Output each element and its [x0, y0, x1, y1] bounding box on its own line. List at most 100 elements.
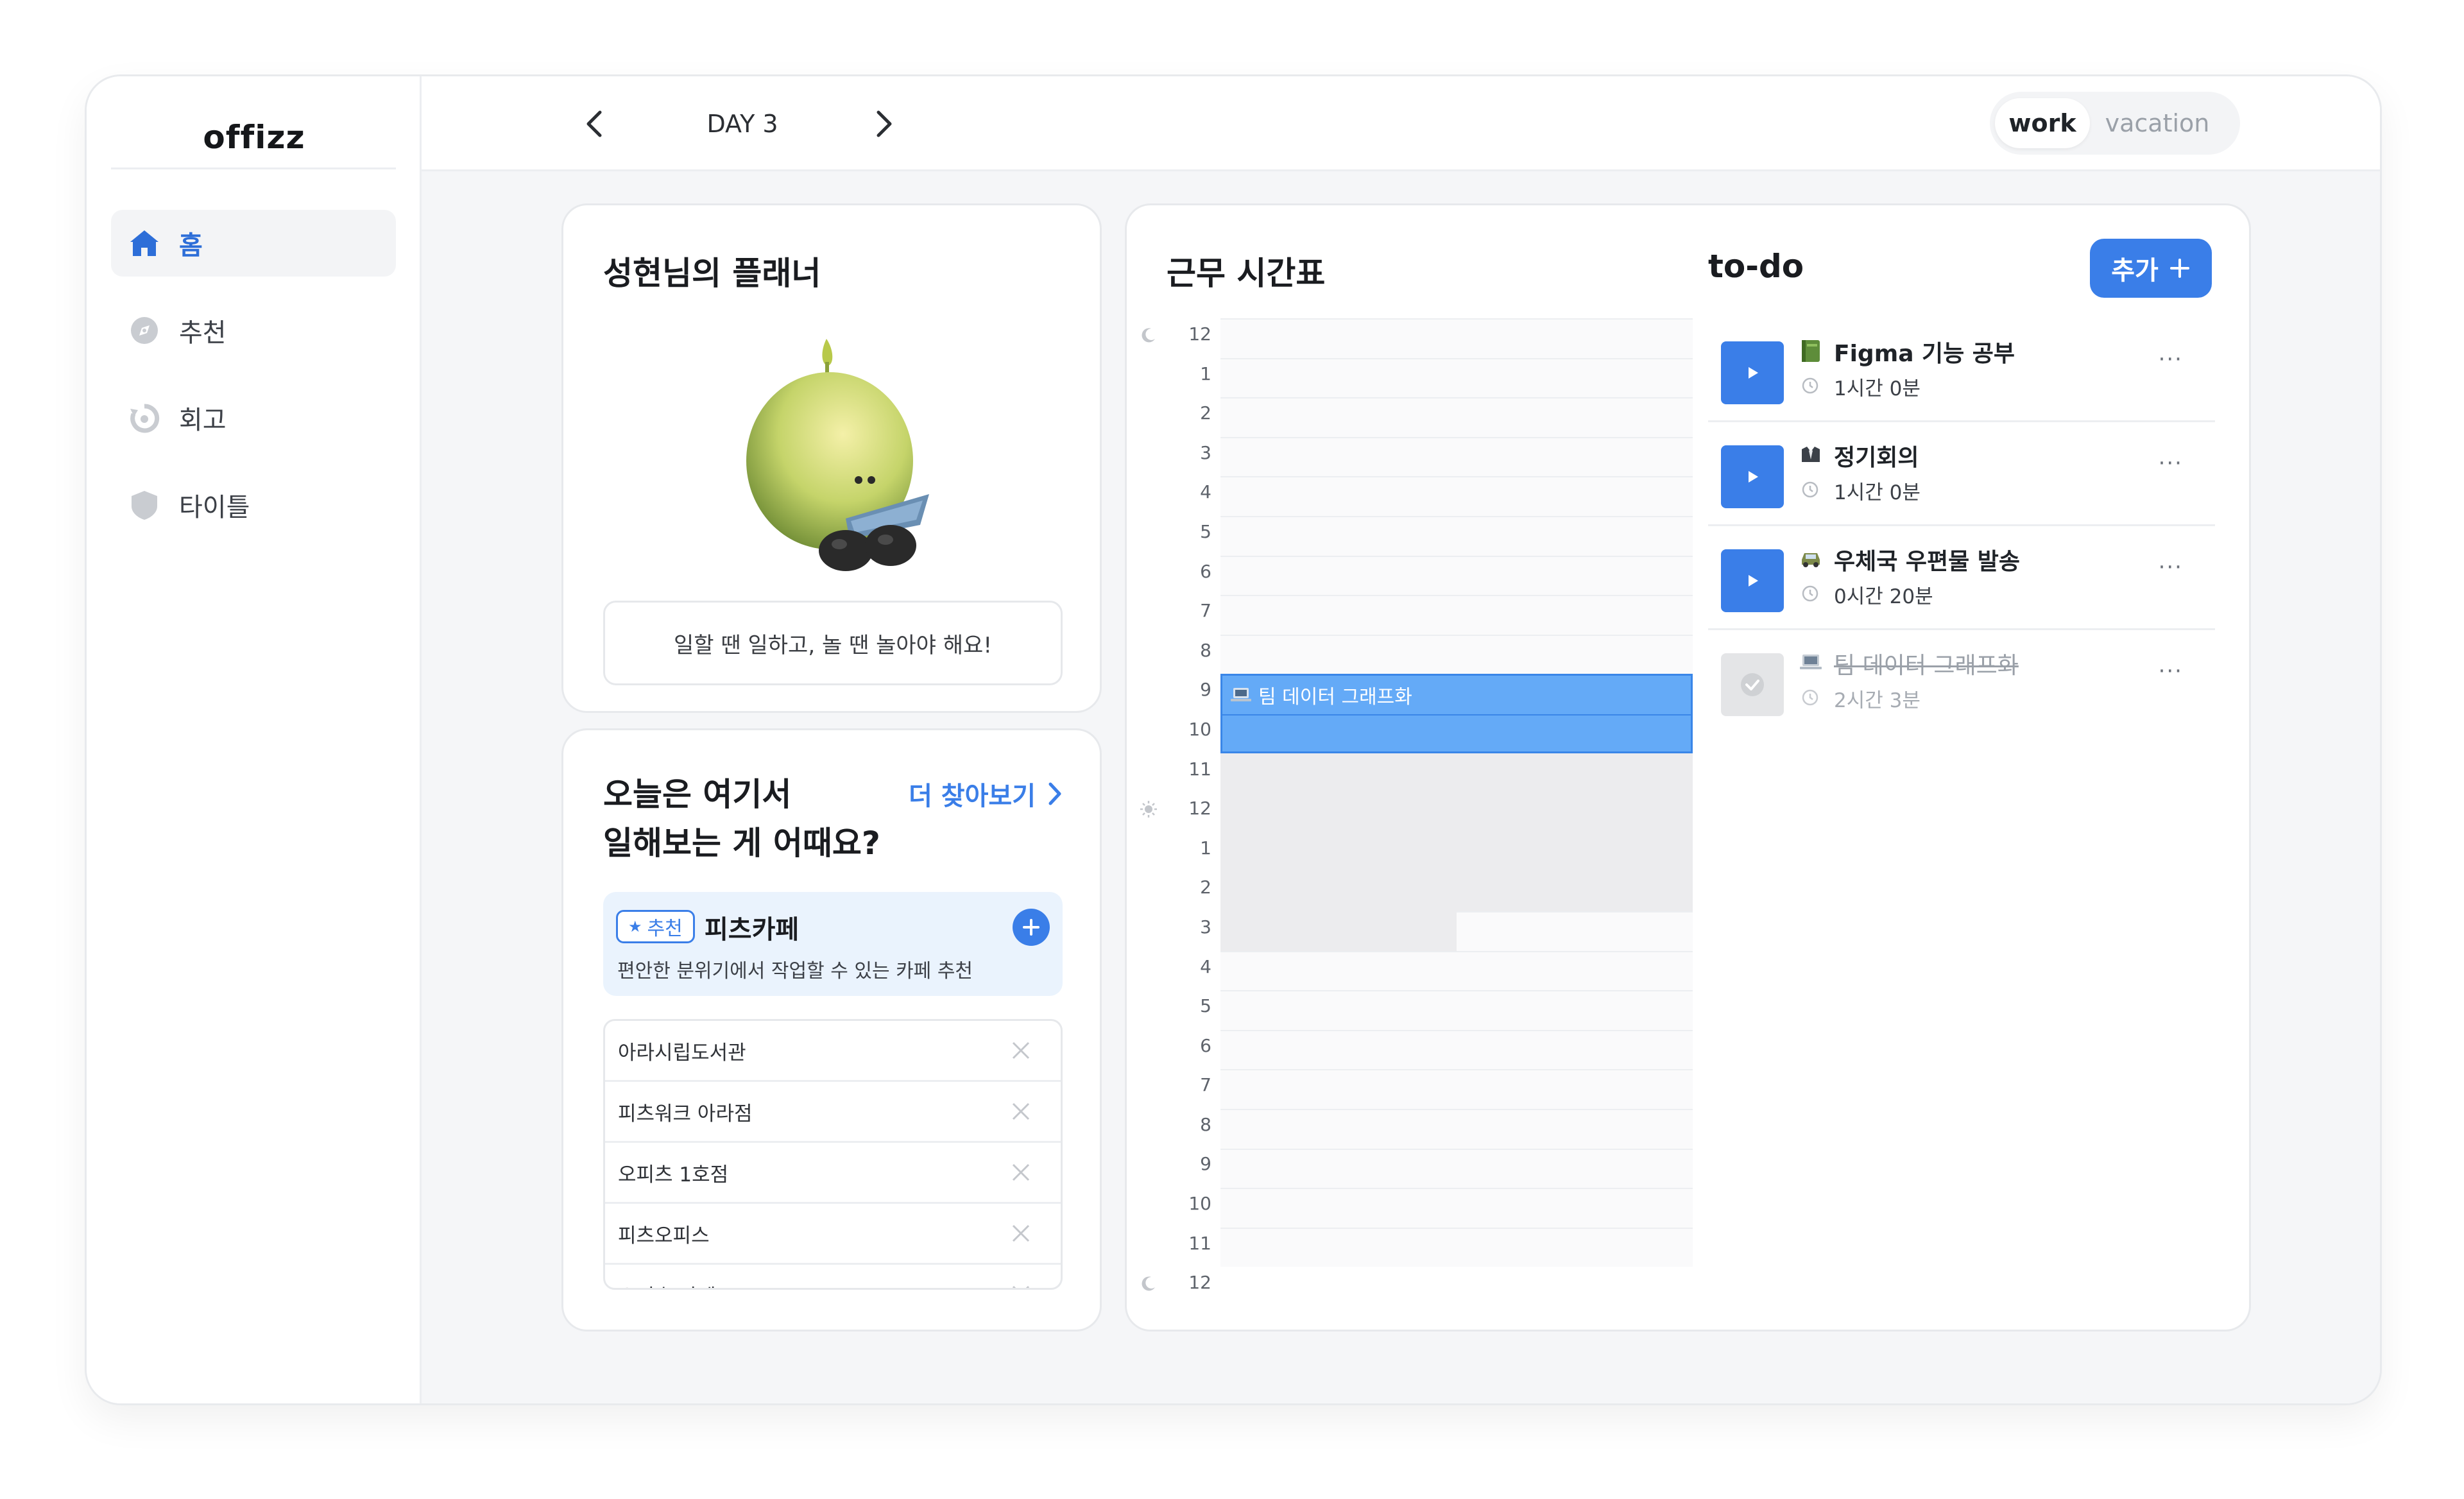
recommend-title: 오늘은 여기서 일해보는 게 어때요? — [603, 776, 880, 862]
time-label: 11 — [1188, 1232, 1211, 1254]
schedule-event[interactable]: 팀 데이터 그래프화 — [1220, 674, 1693, 753]
todo-duration: 1시간 0분 — [1834, 481, 1921, 504]
grid-line — [1220, 1149, 1693, 1150]
prev-day-button[interactable] — [576, 105, 614, 143]
grid-line — [1220, 516, 1693, 517]
featured-place[interactable]: ★ 추천 피츠카페 편안한 분위기에서 작업할 수 있는 카페 추천 — [603, 892, 1063, 996]
star-icon: ★ — [628, 918, 642, 936]
sidebar-item-review[interactable]: 회고 — [111, 384, 396, 451]
todo-list: Figma 기능 공부 1시간 0분 ··· 정기회의 1시간 0분 ··· 우… — [1708, 318, 2215, 734]
check-circle-icon — [1741, 673, 1764, 696]
sidebar-item-home[interactable]: 홈 — [111, 210, 396, 277]
todo-duration: 2시간 3분 — [1834, 689, 1921, 712]
main-content: 성현님의 플래너 일할 땐 일하고, 놀 땐 놀아야 해요! 오늘은 여기서 일… — [422, 171, 2380, 1403]
clock-icon — [1802, 377, 1818, 394]
time-label: 12 — [1140, 1267, 1211, 1306]
more-options-icon[interactable]: ··· — [2159, 658, 2183, 684]
complete-button[interactable] — [1721, 653, 1784, 716]
day-label: DAY 3 — [706, 110, 778, 138]
sidebar-item-label: 회고 — [179, 406, 227, 435]
time-label: 9 — [1200, 1153, 1211, 1175]
close-icon[interactable] — [1009, 1161, 1032, 1184]
moon-icon — [1142, 1276, 1155, 1291]
chevron-left-icon — [586, 110, 602, 137]
sidebar-item-label: 홈 — [179, 231, 203, 261]
close-icon[interactable] — [1009, 1039, 1032, 1062]
close-icon[interactable] — [1009, 1283, 1032, 1290]
todo-item[interactable]: 팀 데이터 그래프화 2시간 3분 ··· — [1708, 630, 2215, 734]
mascot-illustration — [746, 339, 929, 571]
time-label: 3 — [1200, 441, 1211, 463]
clock-icon — [1802, 585, 1818, 602]
next-day-button[interactable] — [864, 105, 903, 143]
grid-line — [1220, 1109, 1693, 1110]
close-icon[interactable] — [1009, 1100, 1032, 1123]
time-label: 5 — [1200, 995, 1211, 1017]
mode-toggle: work vacation — [1990, 92, 2240, 155]
suit-icon — [1802, 447, 1820, 462]
book-icon — [1802, 340, 1820, 362]
grid-line — [1220, 595, 1693, 596]
play-icon — [1749, 367, 1758, 379]
list-item[interactable]: 오피츠 1호점 — [605, 1143, 1061, 1204]
todo-name: 팀 데이터 그래프화 — [1834, 653, 2019, 679]
sidebar-item-label: 타이틀 — [179, 493, 250, 522]
grid-line — [1220, 318, 1693, 320]
time-label: 10 — [1188, 1193, 1211, 1215]
todo-item[interactable]: 우체국 우편물 발송 0시간 20분 ··· — [1708, 526, 2215, 630]
add-place-button[interactable] — [1013, 909, 1050, 946]
more-options-icon[interactable]: ··· — [2159, 554, 2183, 580]
time-label: 11 — [1188, 758, 1211, 780]
mode-vacation[interactable]: vacation — [2090, 98, 2225, 148]
list-item[interactable]: 피츠워크 아라점 — [605, 1082, 1061, 1143]
sidebar: offizz 홈 추천 회고 타이틀 — [87, 76, 422, 1403]
planner-quote: 일할 땐 일하고, 놀 땐 놀아야 해요! — [603, 601, 1063, 685]
time-label: 2 — [1200, 402, 1211, 424]
sidebar-item-title[interactable]: 타이틀 — [111, 472, 396, 538]
sidebar-divider — [111, 167, 396, 169]
play-button[interactable] — [1721, 341, 1784, 404]
time-label: 8 — [1200, 1113, 1211, 1135]
event-divider — [1222, 714, 1691, 715]
recommend-badge: ★ 추천 — [616, 910, 695, 943]
featured-place-desc: 편안한 분위기에서 작업할 수 있는 카페 추천 — [617, 960, 973, 982]
time-column: 12 1 2 3 4 5 6 7 8 9 10 11 12 1 2 3 4 5 6 7 8 9 10 11 12 — [1140, 318, 1211, 1306]
grid-line — [1220, 358, 1693, 359]
clock-icon — [1802, 689, 1818, 706]
close-icon[interactable] — [1009, 1222, 1032, 1245]
sidebar-item-recommend[interactable]: 추천 — [111, 297, 396, 364]
schedule-title: 근무 시간표 — [1167, 255, 1326, 292]
schedule-grid[interactable]: 팀 데이터 그래프화 — [1220, 318, 1693, 1267]
place-list: 아라시립도서관 피츠워크 아라점 오피츠 1호점 피츠오피스 오피츠 카페 — [603, 1019, 1063, 1290]
more-link[interactable]: 더 찾아보기 — [909, 775, 1063, 812]
grid-line — [1220, 1030, 1693, 1031]
chevron-right-icon — [1048, 782, 1061, 805]
grid-line — [1220, 1228, 1693, 1229]
list-item[interactable]: 아라시립도서관 — [605, 1021, 1061, 1082]
list-item[interactable]: 피츠오피스 — [605, 1204, 1061, 1265]
more-options-icon[interactable]: ··· — [2159, 450, 2183, 476]
clock-icon — [1802, 481, 1818, 498]
app-logo[interactable]: offizz — [87, 102, 422, 173]
play-button[interactable] — [1721, 549, 1784, 612]
time-label: 1 — [1200, 363, 1211, 384]
schedule-card: 근무 시간표 12 1 2 3 4 5 6 7 8 9 10 11 12 1 2 3 4 5 6 7 8 9 10 11 12 … — [1125, 203, 2251, 1332]
todo-duration: 0시간 20분 — [1834, 585, 1933, 608]
time-label: 5 — [1200, 520, 1211, 542]
time-label: 6 — [1200, 560, 1211, 582]
todo-item[interactable]: 정기회의 1시간 0분 ··· — [1708, 422, 2215, 526]
grid-line — [1220, 951, 1693, 952]
time-label: 8 — [1200, 639, 1211, 661]
event-label: 팀 데이터 그래프화 — [1230, 681, 1412, 709]
todo-item[interactable]: Figma 기능 공부 1시간 0분 ··· — [1708, 318, 2215, 422]
list-item[interactable]: 오피츠 카페 — [605, 1265, 1061, 1290]
time-label: 12 — [1140, 792, 1211, 832]
play-button[interactable] — [1721, 445, 1784, 508]
mode-work[interactable]: work — [1995, 98, 2090, 148]
more-options-icon[interactable]: ··· — [2159, 347, 2183, 372]
time-label: 6 — [1200, 1034, 1211, 1056]
grid-line — [1220, 476, 1693, 477]
add-todo-button[interactable]: 추가 — [2090, 239, 2212, 298]
grid-line — [1220, 1069, 1693, 1070]
time-label: 12 — [1140, 318, 1211, 358]
